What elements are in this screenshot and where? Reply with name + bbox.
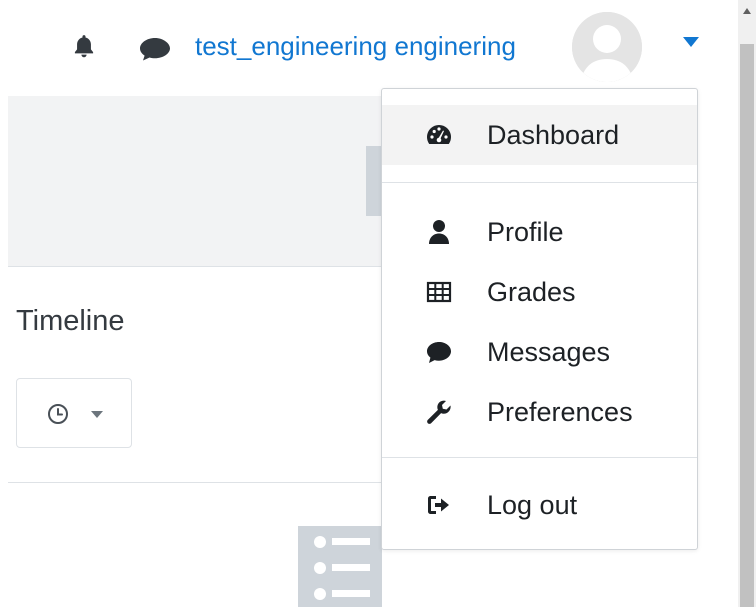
menu-item-dashboard[interactable]: Dashboard [382, 105, 697, 165]
bell-icon[interactable] [71, 33, 97, 59]
menu-item-label: Messages [487, 337, 611, 367]
menu-item-label: Log out [487, 490, 578, 520]
header-block [366, 146, 382, 216]
menu-item-log-out[interactable]: Log out [382, 475, 697, 535]
chat-icon[interactable] [138, 36, 172, 62]
menu-item-profile[interactable]: Profile [382, 202, 697, 262]
menu-item-messages[interactable]: Messages [382, 322, 697, 382]
timeline-filter-button[interactable] [16, 378, 132, 448]
tachometer-icon [427, 125, 451, 144]
sign-out-icon [428, 496, 449, 514]
divider [8, 482, 382, 483]
menu-item-label: Dashboard [487, 120, 620, 150]
menu-separator [382, 457, 697, 458]
menu-item-label: Preferences [487, 397, 633, 427]
wrench-icon [427, 400, 451, 424]
page-header-region [8, 96, 382, 267]
menu-item-grades[interactable]: Grades [382, 262, 697, 322]
list-icon [298, 526, 382, 607]
table-icon [426, 281, 452, 303]
comment-icon [427, 342, 451, 363]
clock-icon [48, 404, 68, 424]
timeline-heading: Timeline [16, 305, 125, 337]
avatar[interactable] [572, 12, 642, 82]
caret-down-icon[interactable] [682, 36, 700, 48]
menu-item-preferences[interactable]: Preferences [382, 382, 697, 442]
caret-down-icon [91, 411, 103, 418]
user-icon [429, 220, 449, 244]
menu-item-label: Grades [487, 277, 576, 307]
user-name-link[interactable]: test_engineering enginering [195, 29, 516, 63]
scrollbar-thumb[interactable] [740, 44, 754, 607]
scroll-up-arrow-icon[interactable] [743, 8, 751, 14]
menu-separator [382, 182, 697, 183]
user-dropdown-menu: Dashboard Profile Grades Messages Prefer… [381, 88, 698, 550]
menu-item-label: Profile [487, 217, 564, 247]
